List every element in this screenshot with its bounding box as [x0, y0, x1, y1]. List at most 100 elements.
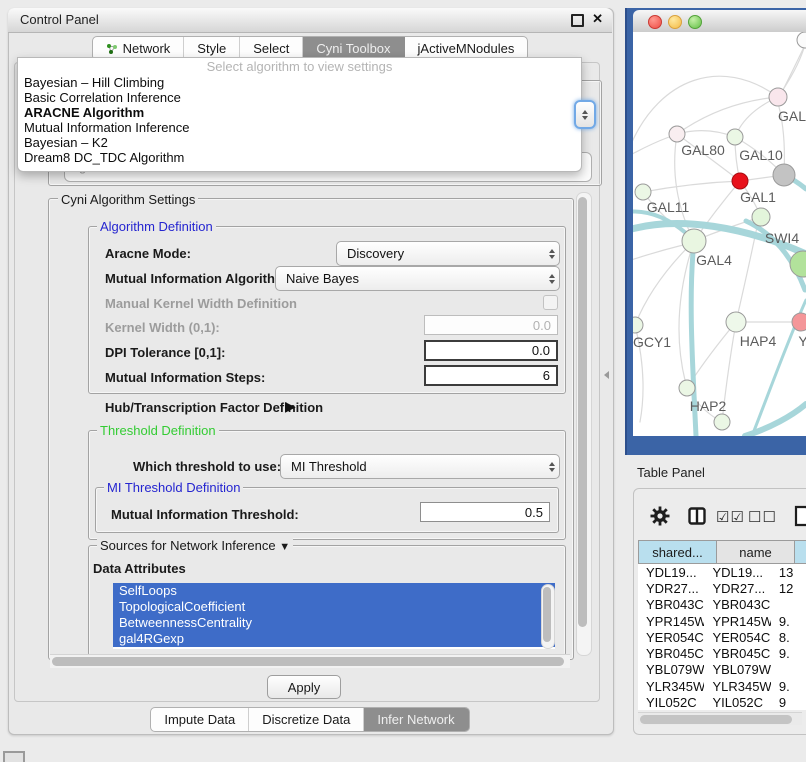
kernel-width-field[interactable]: 0.0	[424, 315, 558, 335]
network-node[interactable]	[790, 251, 806, 277]
document-icon[interactable]	[794, 505, 806, 527]
split-columns-icon[interactable]	[688, 507, 706, 525]
table-row[interactable]: YPR145WYPR145W9.	[638, 613, 806, 629]
network-node-gal11[interactable]	[635, 184, 651, 200]
mi-steps-field[interactable]: 6	[424, 365, 558, 386]
table-row[interactable]: YLR345WYLR345W9.	[638, 678, 806, 694]
algorithm-option-aracne-algorithm[interactable]: ARACNE Algorithm	[18, 105, 581, 120]
table-cell: 9.	[771, 646, 806, 661]
splitter-handle-icon[interactable]	[604, 371, 609, 379]
tab-infer-network[interactable]: Infer Network	[364, 708, 468, 731]
attributes-vscrollbar[interactable]	[541, 584, 555, 649]
algorithm-option-bayesian-hill-climbing[interactable]: Bayesian – Hill Climbing	[18, 75, 581, 90]
column-header-name[interactable]: name	[717, 540, 795, 564]
table-row[interactable]: YER054CYER054C8.	[638, 629, 806, 645]
unchecked-boxes-icon[interactable]: ☐☐	[748, 508, 777, 526]
hidden-combo-stepper[interactable]	[574, 100, 596, 129]
network-graph[interactable]: GALGAL80GAL10GAL1GAL11SWI4GAL4GCY1HAP4YH…	[633, 32, 806, 436]
dpi-tolerance-field[interactable]: 0.0	[424, 340, 558, 361]
network-node-hap4[interactable]	[726, 312, 746, 332]
network-node[interactable]	[714, 414, 730, 430]
table-row[interactable]: YBR043CYBR043C	[638, 597, 806, 613]
network-node-label: Y	[798, 333, 806, 349]
attributes-vscroll-thumb[interactable]	[543, 587, 551, 642]
network-edge[interactable]	[633, 245, 683, 262]
table-row[interactable]: YIL052CYIL052C9	[638, 694, 806, 710]
manual-kernel-checkbox[interactable]	[543, 295, 558, 310]
network-edge[interactable]	[643, 181, 740, 192]
aracne-mode-label: Aracne Mode:	[105, 246, 191, 261]
attribute-item-topologicalcoefficient[interactable]: TopologicalCoefficient	[113, 599, 555, 615]
settings-hscroll-thumb[interactable]	[52, 657, 564, 666]
float-icon[interactable]	[571, 14, 584, 27]
tab-impute-data[interactable]: Impute Data	[151, 708, 249, 731]
network-view-canvas[interactable]: GALGAL80GAL10GAL1GAL11SWI4GAL4GCY1HAP4YH…	[633, 32, 806, 436]
network-node-y[interactable]	[792, 313, 806, 331]
data-attributes-list[interactable]: SelfLoopsTopologicalCoefficientBetweenne…	[113, 583, 555, 649]
network-edge[interactable]	[783, 47, 804, 90]
control-panel-titlebar[interactable]: Control Panel ✕	[8, 8, 612, 33]
network-edge[interactable]	[633, 137, 669, 158]
network-node[interactable]	[797, 32, 806, 48]
settings-vscroll-thumb[interactable]	[578, 197, 587, 627]
network-node-hap2[interactable]	[679, 380, 695, 396]
algorithm-option-basic-correlation-inference[interactable]: Basic Correlation Inference	[18, 90, 581, 105]
network-node-gal[interactable]	[769, 88, 787, 106]
algorithm-option-dream8-dc-tdc-algorithm[interactable]: Dream8 DC_TDC Algorithm	[18, 150, 581, 165]
column-header-extra[interactable]	[795, 540, 806, 564]
tab-discretize-data[interactable]: Discretize Data	[249, 708, 364, 731]
tab-label: Impute Data	[164, 712, 235, 727]
which-threshold-value: MI Threshold	[281, 459, 545, 474]
algorithm-option-bayesian-k2[interactable]: Bayesian – K2	[18, 135, 581, 150]
table-row[interactable]: YBR045CYBR045C9.	[638, 645, 806, 661]
table-horizontal-scrollbar[interactable]	[638, 712, 802, 725]
bottom-tab-group: Impute Data Discretize DataInfer Network	[150, 707, 469, 732]
minimize-traffic-light-icon[interactable]	[668, 15, 682, 29]
checked-boxes-icon[interactable]: ☑☑	[716, 508, 745, 526]
table-row[interactable]: YBL079WYBL079W	[638, 662, 806, 678]
network-node-gcy1[interactable]	[633, 317, 643, 333]
network-edge[interactable]	[677, 131, 735, 137]
which-threshold-combo[interactable]: MI Threshold	[280, 454, 560, 479]
mi-threshold-group-title: MI Threshold Definition	[104, 480, 243, 495]
network-node-swi4[interactable]	[752, 208, 770, 226]
node-table-header: shared...name	[638, 540, 806, 564]
network-node-gal1[interactable]	[732, 173, 748, 189]
zoom-traffic-light-icon[interactable]	[688, 15, 702, 29]
apply-button[interactable]: Apply	[267, 675, 341, 699]
table-hscroll-thumb[interactable]	[640, 715, 792, 724]
aracne-mode-combo[interactable]: Discovery	[336, 241, 560, 266]
table-cell: YER054C	[638, 630, 704, 645]
network-node-gal4[interactable]	[682, 229, 706, 253]
network-node-gal80[interactable]	[669, 126, 685, 142]
minimized-panel-icon[interactable]	[3, 751, 25, 762]
table-row[interactable]: YDL19...YDL19...13	[638, 564, 806, 580]
network-edge[interactable]	[736, 227, 757, 322]
table-cell: 9.	[771, 679, 806, 694]
gear-icon[interactable]	[650, 506, 670, 526]
which-threshold-label: Which threshold to use:	[133, 459, 281, 474]
close-traffic-light-icon[interactable]	[648, 15, 662, 29]
algorithm-dropdown-list: Select algorithm to view settings Bayesi…	[17, 57, 582, 172]
attribute-item-gal4rgexp[interactable]: gal4RGexp	[113, 631, 555, 647]
table-row[interactable]: YDR27...YDR27...12	[638, 580, 806, 596]
mi-threshold-field[interactable]: 0.5	[420, 502, 550, 522]
network-window-titlebar[interactable]	[633, 10, 806, 33]
table-cell: YIL052C	[704, 695, 770, 710]
close-icon[interactable]: ✕	[592, 11, 603, 27]
collapse-arrow-icon[interactable]: ▼	[279, 541, 290, 553]
attribute-item-betweennesscentrality[interactable]: BetweennessCentrality	[113, 615, 555, 631]
settings-vertical-scrollbar[interactable]	[576, 192, 592, 656]
network-node[interactable]	[773, 164, 795, 186]
network-edge[interactable]	[677, 97, 778, 134]
mi-type-combo[interactable]: Naive Bayes	[275, 266, 560, 291]
column-header-shared-[interactable]: shared...	[638, 540, 717, 564]
algorithm-option-mutual-information-inference[interactable]: Mutual Information Inference	[18, 120, 581, 135]
hub-expand-arrow-icon[interactable]: ▶	[285, 398, 296, 415]
network-node-label: GAL1	[740, 189, 776, 205]
attribute-item-selfloops[interactable]: SelfLoops	[113, 583, 555, 599]
network-node-gal10[interactable]	[727, 129, 743, 145]
settings-horizontal-scrollbar[interactable]	[50, 654, 570, 668]
kernel-width-label: Kernel Width (0,1):	[105, 320, 220, 335]
network-edge[interactable]	[635, 241, 694, 325]
